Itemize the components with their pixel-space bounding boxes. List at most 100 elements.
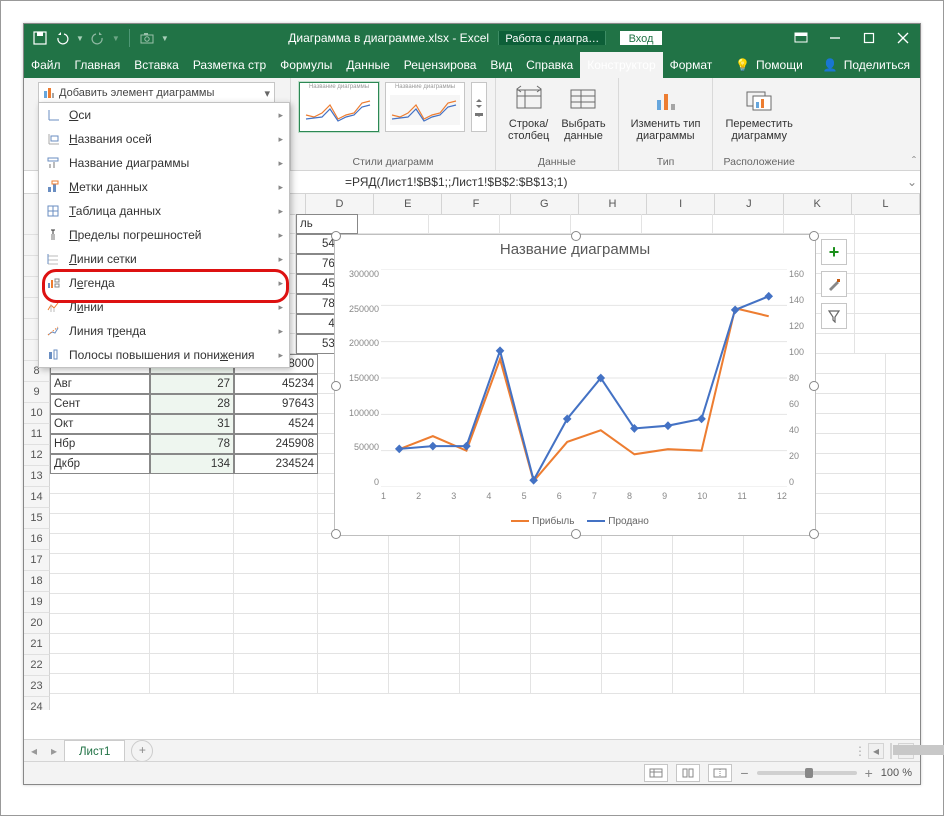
row-header-16[interactable]: 16 [24, 529, 50, 550]
chart-y2-axis: 160140120100806040200 [789, 269, 813, 487]
zoom-in-button[interactable]: + [865, 765, 873, 781]
add-chart-element-icon [43, 87, 55, 99]
horizontal-scrollbar[interactable] [890, 743, 892, 759]
lightbulb-icon[interactable]: 💡 [735, 58, 750, 72]
row-header-19[interactable]: 19 [24, 592, 50, 613]
zoom-level[interactable]: 100 % [881, 767, 912, 779]
col-header-E[interactable]: E [374, 194, 442, 214]
login-button[interactable]: Вход [620, 31, 663, 45]
zoom-slider[interactable] [757, 771, 857, 775]
sheet-tab-1[interactable]: Лист1 [64, 740, 125, 763]
menu-trendline[interactable]: Линия тренда▸ [39, 319, 289, 343]
close-button[interactable] [886, 24, 920, 52]
view-normal-icon[interactable] [644, 764, 668, 782]
chart-brush-button[interactable] [821, 271, 847, 297]
view-page-layout-icon[interactable] [676, 764, 700, 782]
menu-chart-title[interactable]: Название диаграммы▸ [39, 151, 289, 175]
row-header-12[interactable]: 12 [24, 445, 50, 466]
legend-swatch-1 [511, 520, 529, 522]
tab-review[interactable]: Рецензирова [397, 52, 484, 78]
col-header-D[interactable]: D [306, 194, 374, 214]
chart-legend[interactable]: Прибыль Продано [335, 516, 815, 527]
row-header-24[interactable]: 24 [24, 697, 50, 710]
change-chart-type-icon [650, 84, 682, 116]
chart-style-2[interactable]: Название диаграммы [385, 82, 465, 132]
tab-formulas[interactable]: Формулы [273, 52, 339, 78]
axis-titles-icon [45, 131, 61, 147]
tab-help[interactable]: Справка [519, 52, 580, 78]
row-header-20[interactable]: 20 [24, 613, 50, 634]
row-header-13[interactable]: 13 [24, 466, 50, 487]
col-header-J[interactable]: J [715, 194, 783, 214]
add-chart-element-button[interactable]: Добавить элемент диаграммы ▾ [38, 82, 275, 104]
ribbon-display-icon[interactable] [784, 24, 818, 52]
tab-chart-format[interactable]: Формат [663, 52, 720, 78]
tab-page-layout[interactable]: Разметка стр [186, 52, 273, 78]
switch-row-column-button[interactable]: Строка/ столбец [504, 82, 553, 144]
row-header-15[interactable]: 15 [24, 508, 50, 529]
maximize-button[interactable] [852, 24, 886, 52]
row-header-21[interactable]: 21 [24, 634, 50, 655]
chart-filter-button[interactable] [821, 303, 847, 329]
share-icon[interactable]: 👤 [823, 58, 838, 72]
camera-icon[interactable] [139, 30, 155, 46]
menu-gridlines[interactable]: Линии сетки▸ [39, 247, 289, 271]
share-label[interactable]: Поделиться [844, 58, 910, 72]
minimize-button[interactable] [818, 24, 852, 52]
menu-legend[interactable]: Легенда▸ [39, 271, 289, 295]
chart-styles-more[interactable] [471, 82, 487, 132]
chart-style-1[interactable]: Название диаграммы [299, 82, 379, 132]
select-data-button[interactable]: Выбрать данные [557, 82, 609, 144]
col-header-I[interactable]: I [647, 194, 715, 214]
view-page-break-icon[interactable] [708, 764, 732, 782]
tab-file[interactable]: Файл [24, 52, 68, 78]
menu-axes[interactable]: Оси▸ [39, 103, 289, 127]
row-header-14[interactable]: 14 [24, 487, 50, 508]
menu-lines[interactable]: Линии▸ [39, 295, 289, 319]
undo-dropdown-icon[interactable]: ▼ [76, 34, 84, 43]
tell-me-label[interactable]: Помощи [756, 58, 803, 72]
sheet-next-icon[interactable]: ▸ [44, 744, 64, 758]
col-header-G[interactable]: G [511, 194, 579, 214]
chart-plus-button[interactable]: + [821, 239, 847, 265]
menu-updown-bars[interactable]: Полосы повышения и понижения▸ [39, 343, 289, 367]
move-chart-button[interactable]: Переместить диаграмму [721, 82, 796, 144]
menu-data-table[interactable]: Таблица данных▸ [39, 199, 289, 223]
menu-axis-titles[interactable]: Названия осей▸ [39, 127, 289, 151]
menu-error-bars[interactable]: Пределы погрешностей▸ [39, 223, 289, 247]
zoom-out-button[interactable]: − [740, 765, 748, 781]
updown-bars-icon [45, 347, 61, 363]
save-icon[interactable] [32, 30, 48, 46]
ribbon-tabs: Файл Главная Вставка Разметка стр Формул… [24, 52, 920, 78]
lines-icon [45, 299, 61, 315]
undo-icon[interactable] [54, 30, 70, 46]
row-header-18[interactable]: 18 [24, 571, 50, 592]
tab-data[interactable]: Данные [339, 52, 396, 78]
add-sheet-button[interactable]: + [131, 740, 153, 762]
row-header-17[interactable]: 17 [24, 550, 50, 571]
scroll-left-icon[interactable]: ◂ [868, 743, 884, 759]
change-chart-type-button[interactable]: Изменить тип диаграммы [627, 82, 705, 144]
row-header-11[interactable]: 11 [24, 424, 50, 445]
tab-view[interactable]: Вид [483, 52, 519, 78]
col-header-H[interactable]: H [579, 194, 647, 214]
col-header-L[interactable]: L [852, 194, 920, 214]
row-header-22[interactable]: 22 [24, 655, 50, 676]
collapse-ribbon-icon[interactable]: ˆ [912, 154, 916, 168]
row-header-10[interactable]: 10 [24, 403, 50, 424]
chart-plot-area[interactable] [381, 269, 787, 487]
tab-home[interactable]: Главная [68, 52, 128, 78]
tab-chart-design[interactable]: Конструктор [580, 52, 662, 78]
chart-object[interactable]: Название диаграммы 300000250000200000150… [334, 234, 816, 536]
redo-icon [90, 30, 106, 46]
formula-input[interactable]: =РЯД(Лист1!$B$1;;Лист1!$B$2:$B$13;1) [341, 175, 904, 189]
col-header-F[interactable]: F [442, 194, 510, 214]
formula-expand-icon[interactable]: ⌄ [904, 175, 920, 189]
qat-customize-icon[interactable]: ▼ [161, 34, 169, 43]
row-header-9[interactable]: 9 [24, 382, 50, 403]
col-header-K[interactable]: K [784, 194, 852, 214]
tab-insert[interactable]: Вставка [127, 52, 186, 78]
menu-data-labels[interactable]: Метки данных▸ [39, 175, 289, 199]
row-header-23[interactable]: 23 [24, 676, 50, 697]
sheet-prev-icon[interactable]: ◂ [24, 744, 44, 758]
